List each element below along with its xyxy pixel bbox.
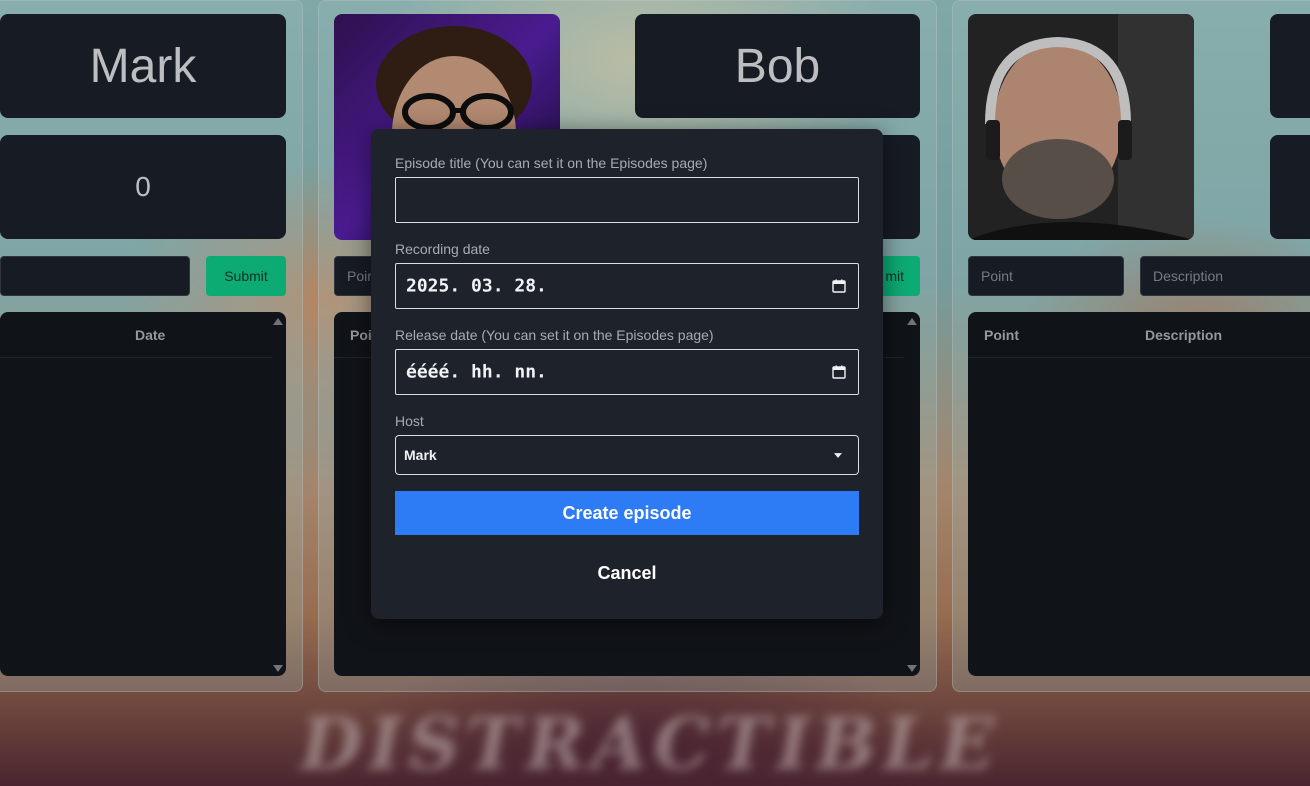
calendar-icon[interactable] (832, 279, 846, 293)
episode-title-label: Episode title (You can set it on the Epi… (395, 155, 708, 171)
release-date-input[interactable]: éééé. hh. nn. (395, 349, 859, 395)
recording-date-input[interactable]: 2025. 03. 28. (395, 263, 859, 309)
caret-down-icon (834, 453, 842, 458)
host-label: Host (395, 413, 424, 429)
recording-date-label: Recording date (395, 241, 490, 257)
cancel-button[interactable]: Cancel (395, 553, 859, 593)
calendar-icon[interactable] (832, 365, 846, 379)
host-select[interactable]: Mark (395, 435, 859, 475)
create-episode-button[interactable]: Create episode (395, 491, 859, 535)
create-episode-modal: Episode title (You can set it on the Epi… (371, 129, 883, 619)
release-date-label: Release date (You can set it on the Epis… (395, 327, 714, 343)
episode-title-input[interactable] (395, 177, 859, 223)
host-selected-value: Mark (404, 447, 437, 463)
